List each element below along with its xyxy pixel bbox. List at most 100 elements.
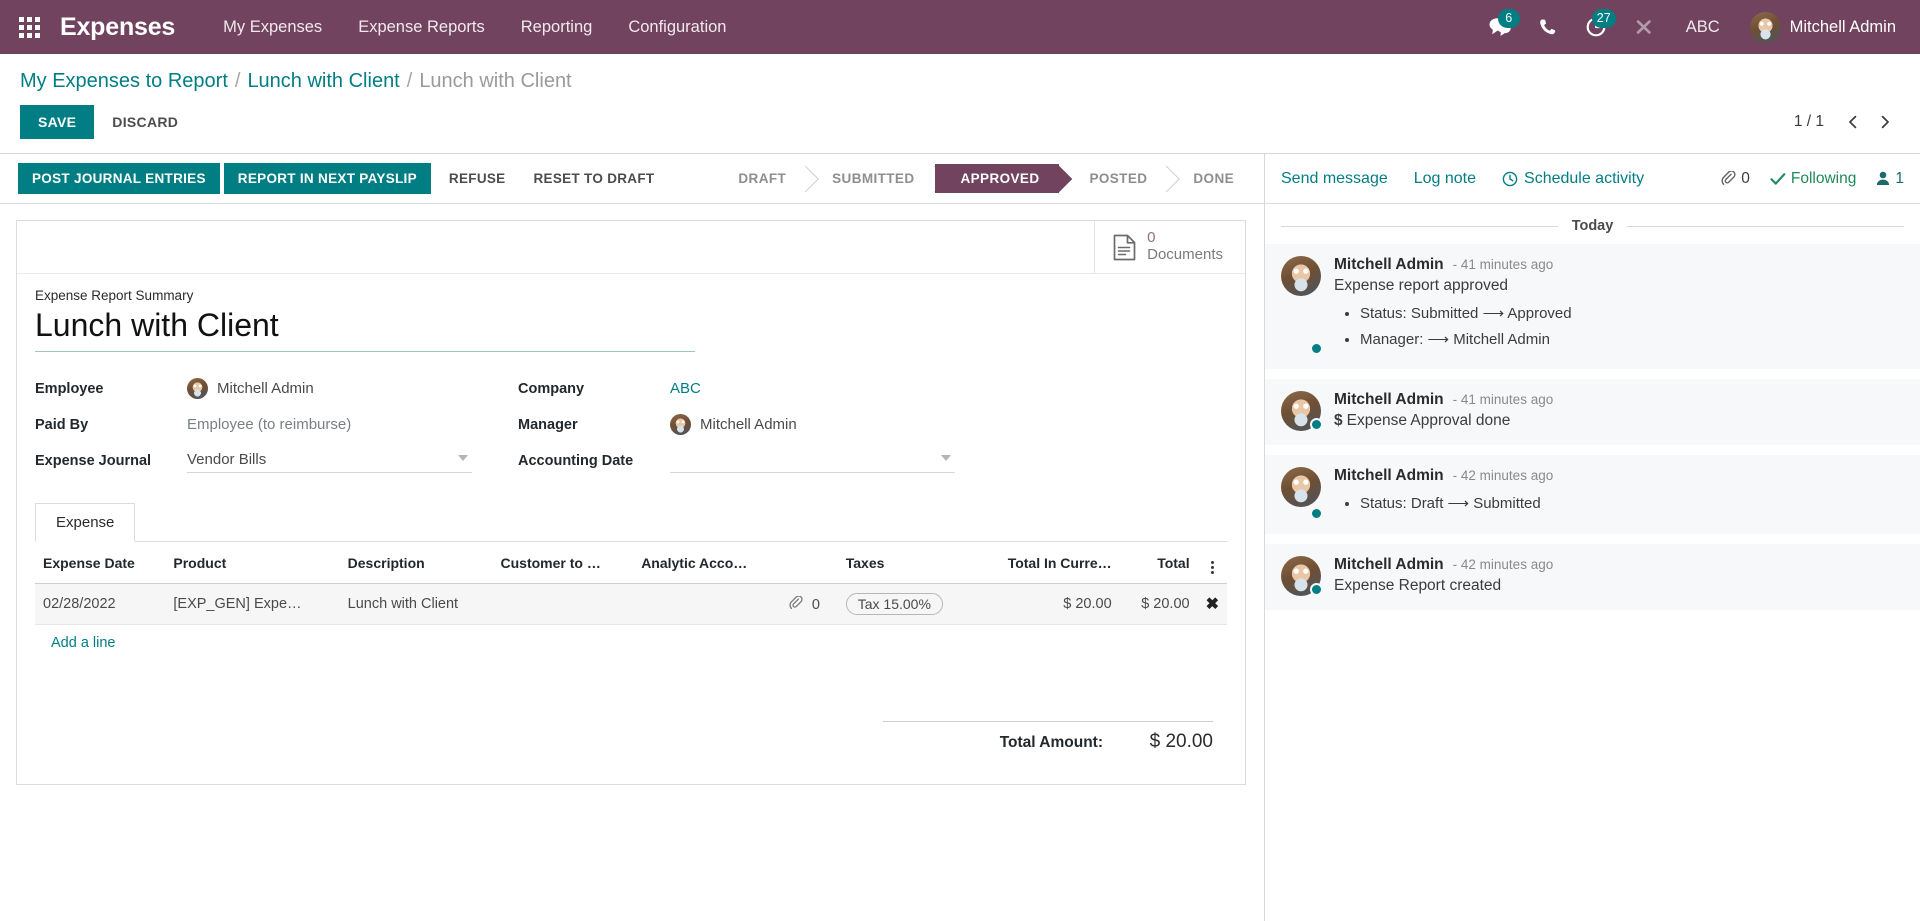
- field-paid-by-value[interactable]: Employee (to reimburse): [187, 416, 351, 433]
- cell-product[interactable]: [EXP_GEN] Expe…: [165, 583, 340, 625]
- documents-count: 0: [1147, 229, 1156, 247]
- refuse-button[interactable]: REFUSE: [435, 163, 520, 194]
- total-amount-label: Total Amount:: [999, 734, 1103, 751]
- sheet-scroll: 0 Documents Expense Report Summary Emplo…: [0, 204, 1264, 921]
- status-stage-approved[interactable]: APPROVED: [934, 164, 1060, 193]
- dollar-icon: $: [1334, 412, 1343, 429]
- cell-total[interactable]: $ 20.00: [1119, 583, 1198, 625]
- message-author[interactable]: Mitchell Admin: [1334, 391, 1444, 409]
- day-separator: Today: [1265, 204, 1920, 244]
- main-split: POST JOURNAL ENTRIES REPORT IN NEXT PAYS…: [0, 153, 1920, 921]
- message-timestamp: - 41 minutes ago: [1452, 257, 1554, 272]
- cell-expense-date[interactable]: 02/28/2022: [35, 583, 166, 625]
- menu-reporting[interactable]: Reporting: [503, 12, 611, 43]
- menu-configuration[interactable]: Configuration: [610, 12, 744, 43]
- avatar: [1281, 555, 1323, 596]
- message-author[interactable]: Mitchell Admin: [1334, 467, 1444, 485]
- field-expense-journal-label: Expense Journal: [35, 452, 152, 469]
- menu-my-expenses[interactable]: My Expenses: [205, 12, 340, 43]
- followers-count: 1: [1895, 169, 1904, 187]
- breadcrumb-parent[interactable]: Lunch with Client: [247, 70, 399, 93]
- wrench-debug-icon[interactable]: [1622, 5, 1666, 49]
- field-employee-value[interactable]: Mitchell Admin: [217, 380, 314, 397]
- attachments-count: 0: [1741, 169, 1750, 187]
- message-author[interactable]: Mitchell Admin: [1334, 256, 1444, 274]
- record-pager: 1 / 1: [1794, 107, 1900, 137]
- company-switcher[interactable]: ABC: [1670, 12, 1736, 43]
- field-manager-value[interactable]: Mitchell Admin: [700, 416, 797, 433]
- field-paid-by-label: Paid By: [35, 416, 89, 433]
- paperclip-icon: [1721, 170, 1736, 187]
- message-tracking-values: Status: Submitted ⟶ Approved Manager: ⟶ …: [1360, 304, 1904, 349]
- status-stage-posted[interactable]: POSTED: [1059, 164, 1168, 193]
- documents-smart-button[interactable]: 0 Documents: [1094, 221, 1245, 273]
- breadcrumb: My Expenses to Report / Lunch with Clien…: [20, 54, 1900, 93]
- cell-customer-to-reinvoice[interactable]: [492, 583, 634, 625]
- notebook-tabs: Expense: [35, 503, 1227, 542]
- form-view: POST JOURNAL ENTRIES REPORT IN NEXT PAYS…: [0, 154, 1264, 921]
- user-avatar: [1749, 11, 1781, 43]
- status-stage-submitted[interactable]: SUBMITTED: [806, 164, 935, 193]
- chevron-right-icon[interactable]: [1870, 107, 1900, 137]
- breadcrumb-separator-2: /: [406, 70, 413, 92]
- log-note-button[interactable]: Log note: [1414, 170, 1476, 188]
- cell-analytic-account[interactable]: [633, 583, 781, 625]
- col-taxes: Taxes: [837, 542, 975, 584]
- chevron-left-icon[interactable]: [1838, 107, 1868, 137]
- breadcrumb-root[interactable]: My Expenses to Report: [20, 70, 228, 93]
- messages-icon[interactable]: 6: [1478, 5, 1522, 49]
- col-analytic-account: Analytic Acco…: [633, 542, 781, 584]
- following-button[interactable]: Following: [1770, 170, 1856, 188]
- message-author[interactable]: Mitchell Admin: [1334, 556, 1444, 574]
- chatter-thread[interactable]: Today Mitchell Admin - 41 minutes ago Ex…: [1265, 204, 1920, 921]
- col-expense-date: Expense Date: [35, 542, 166, 584]
- user-menu[interactable]: Mitchell Admin: [1740, 8, 1902, 47]
- app-brand-expenses[interactable]: Expenses: [60, 13, 175, 42]
- field-company-value[interactable]: ABC: [670, 380, 701, 397]
- post-journal-entries-button[interactable]: POST JOURNAL ENTRIES: [18, 163, 220, 194]
- send-message-button[interactable]: Send message: [1281, 170, 1388, 188]
- user-icon: [1876, 171, 1890, 186]
- activities-clock-icon[interactable]: 27: [1574, 5, 1618, 49]
- field-expense-journal-input[interactable]: [187, 448, 472, 473]
- smart-button-bar: 0 Documents: [17, 221, 1245, 274]
- employee-avatar: [187, 378, 208, 399]
- column-options-icon[interactable]: [1197, 542, 1227, 584]
- reset-to-draft-button[interactable]: RESET TO DRAFT: [519, 163, 668, 194]
- report-in-next-payslip-button[interactable]: REPORT IN NEXT PAYSLIP: [223, 163, 431, 194]
- save-button[interactable]: SAVE: [20, 105, 95, 139]
- following-label: Following: [1790, 169, 1857, 187]
- cell-description[interactable]: Lunch with Client: [339, 583, 493, 625]
- message-tracking-values: Status: Draft ⟶ Submitted: [1360, 494, 1904, 514]
- col-product: Product: [165, 542, 340, 584]
- table-row[interactable]: 02/28/2022 [EXP_GEN] Expe… Lunch with Cl…: [35, 583, 1227, 625]
- status-stage-draft[interactable]: DRAFT: [712, 164, 807, 193]
- notebook: Expense Expense Date Product Description…: [35, 503, 1227, 753]
- add-a-line-button[interactable]: Add a line: [43, 625, 124, 661]
- field-accounting-date-input[interactable]: [670, 448, 955, 473]
- phone-icon[interactable]: [1526, 5, 1570, 49]
- col-total-in-currency: Total In Curre…: [974, 542, 1120, 584]
- online-status-icon: [1310, 418, 1323, 431]
- tab-expense[interactable]: Expense: [35, 503, 136, 542]
- discard-button[interactable]: DISCARD: [94, 105, 196, 139]
- apps-grid-icon[interactable]: [6, 4, 52, 50]
- remove-row-icon[interactable]: ✖: [1197, 583, 1227, 625]
- list-item: Mitchell Admin - 42 minutes ago Expense …: [1265, 543, 1920, 610]
- attachments-counter[interactable]: 0: [1721, 170, 1750, 188]
- expense-lines-table: Expense Date Product Description Custome…: [35, 542, 1227, 661]
- field-company-label: Company: [518, 380, 585, 397]
- cell-attachments[interactable]: 0: [780, 583, 838, 625]
- user-menu-label: Mitchell Admin: [1789, 17, 1896, 36]
- followers-counter[interactable]: 1: [1876, 170, 1904, 188]
- menu-expense-reports[interactable]: Expense Reports: [340, 12, 503, 43]
- avatar: [1281, 391, 1323, 431]
- expense-report-name-input[interactable]: [35, 305, 695, 352]
- field-employee-label: Employee: [35, 380, 104, 397]
- field-accounting-date: Accounting Date: [518, 446, 1018, 475]
- schedule-activity-button[interactable]: Schedule activity: [1502, 170, 1644, 188]
- message-timestamp: - 42 minutes ago: [1452, 556, 1554, 572]
- online-status-icon: [1310, 582, 1323, 596]
- cell-taxes[interactable]: Tax 15.00%: [837, 583, 975, 625]
- cell-total-in-currency[interactable]: $ 20.00: [974, 583, 1120, 625]
